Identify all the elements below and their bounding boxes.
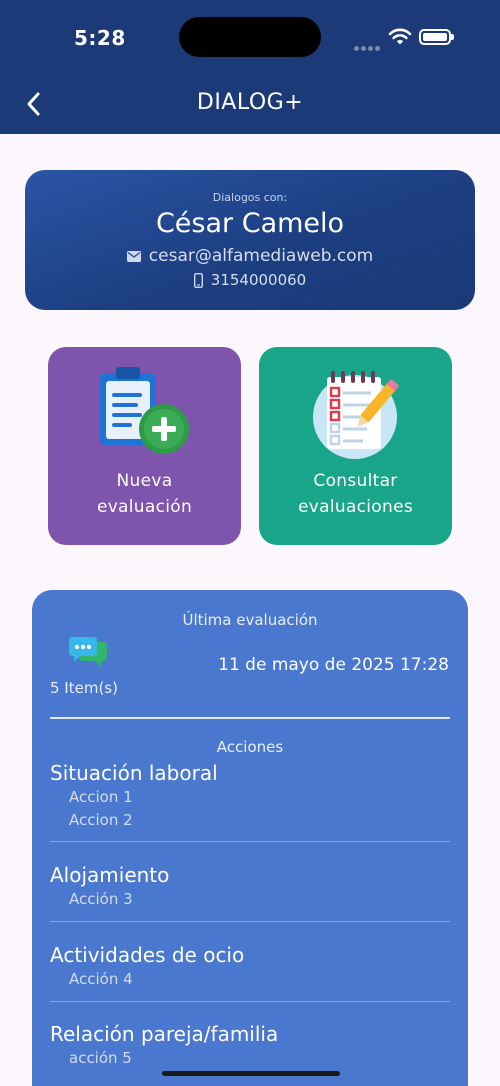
app-bar: DIALOG+ <box>0 75 500 134</box>
contact-email: cesar@alfamediaweb.com <box>148 246 374 266</box>
consult-evaluations-label-2: evaluaciones <box>297 497 413 517</box>
page-title: DIALOG+ <box>196 90 304 115</box>
new-evaluation-button[interactable]: Nueva evaluación <box>48 347 241 545</box>
section-heading: Relación pareja/familia <box>50 1022 279 1046</box>
mail-icon <box>126 250 141 262</box>
chat-bubbles-icon <box>69 637 107 667</box>
battery-icon <box>419 29 454 45</box>
section-action: acción 5 <box>69 1049 132 1067</box>
section-divider <box>50 921 450 922</box>
contact-label: Dialogos con: <box>212 191 288 204</box>
divider <box>50 717 450 719</box>
section-actividades-ocio: Actividades de ocio Acción 4 <box>50 942 450 1002</box>
section-action: Acción 3 <box>69 890 133 908</box>
contact-phone: 3154000060 <box>210 271 307 289</box>
checklist-icon <box>313 371 399 459</box>
section-divider <box>50 841 450 842</box>
consult-evaluations-label-1: Consultar <box>313 471 398 491</box>
section-alojamiento: Alojamiento Acción 3 <box>50 862 450 922</box>
contact-phone-row: 3154000060 <box>25 271 475 289</box>
wifi-icon <box>388 28 412 45</box>
section-action: Acción 4 <box>69 970 133 988</box>
new-evaluation-label-2: evaluación <box>96 497 193 517</box>
actions-label: Acciones <box>216 738 284 756</box>
section-situacion-laboral: Situación laboral Accion 1 Accion 2 <box>50 760 450 842</box>
new-evaluation-label-1: Nueva <box>116 471 173 491</box>
contact-card: Dialogos con: César Camelo cesar@alfamed… <box>25 170 475 310</box>
dynamic-island <box>179 17 321 57</box>
last-evaluation-card[interactable]: Última evaluación 5 Item(s) 11 de mayo d… <box>32 590 468 1086</box>
last-evaluation-title: Última evaluación <box>182 611 318 629</box>
status-time: 5:28 <box>74 26 126 50</box>
home-indicator[interactable] <box>162 1071 340 1076</box>
section-heading: Alojamiento <box>50 863 170 887</box>
section-relacion-pareja: Relación pareja/familia acción 5 <box>50 1021 450 1070</box>
section-heading: Situación laboral <box>50 761 218 785</box>
phone-icon <box>193 272 203 288</box>
items-count: 5 Item(s) <box>50 679 118 697</box>
section-action: Accion 2 <box>69 811 133 829</box>
contact-email-row: cesar@alfamediaweb.com <box>25 246 475 266</box>
contact-name: César Camelo <box>155 208 345 239</box>
section-divider <box>50 1001 450 1002</box>
section-action: Accion 1 <box>69 788 133 806</box>
clipboard-add-icon <box>100 367 189 454</box>
section-heading: Actividades de ocio <box>50 943 245 967</box>
consult-evaluations-button[interactable]: Consultar evaluaciones <box>259 347 452 545</box>
status-bar: 5:28 <box>0 0 500 75</box>
signal-icon <box>354 36 382 55</box>
evaluation-date: 11 de mayo de 2025 17:28 <box>218 655 449 675</box>
